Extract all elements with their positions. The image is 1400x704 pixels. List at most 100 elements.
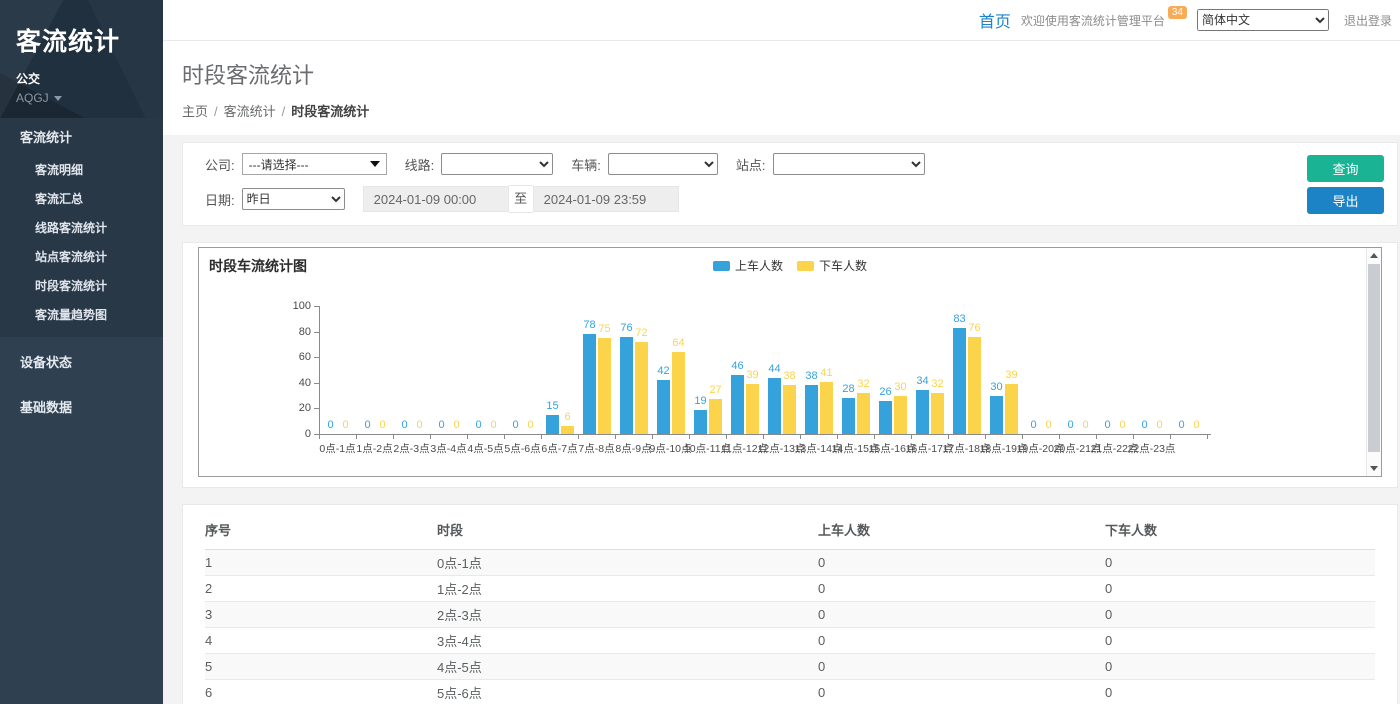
breadcrumb-current: 时段客流统计 — [291, 104, 369, 119]
bar-value-label: 0 — [1193, 419, 1199, 431]
bar-value-label: 0 — [1178, 419, 1184, 431]
date-preset-select[interactable]: 昨日 — [242, 188, 345, 210]
bar-value-label: 0 — [1082, 419, 1088, 431]
bar-value-label: 0 — [327, 419, 333, 431]
sidebar-item[interactable]: 客流统计 — [0, 118, 163, 155]
chart-scrollbar[interactable] — [1366, 248, 1381, 476]
export-button[interactable]: 导出 — [1307, 187, 1384, 214]
chart-bar — [657, 380, 670, 434]
table-header-cell: 时段 — [437, 507, 818, 550]
breadcrumb-separator: / — [282, 104, 286, 119]
scroll-up-icon[interactable] — [1370, 253, 1378, 258]
table-cell: 1 — [205, 550, 437, 576]
page-title: 时段客流统计 — [182, 58, 1400, 90]
breadcrumb-link[interactable]: 客流统计 — [224, 104, 276, 119]
bar-value-label: 0 — [475, 419, 481, 431]
x-axis-label: 2点-3点 — [393, 441, 429, 456]
bar-value-label: 75 — [598, 323, 610, 335]
sidebar-subitem[interactable]: 客流明细 — [0, 155, 163, 184]
bar-value-label: 0 — [1156, 419, 1162, 431]
sidebar-item[interactable]: 设备状态 — [0, 341, 163, 382]
y-axis-line — [319, 306, 320, 435]
sidebar-item[interactable]: 基础数据 — [0, 386, 163, 427]
date-start-input[interactable] — [363, 186, 509, 212]
breadcrumb-link[interactable]: 主页 — [182, 104, 208, 119]
breadcrumb: 主页/客流统计/时段客流统计 — [182, 101, 1400, 120]
logout-link[interactable]: 退出登录 — [1344, 12, 1392, 29]
company-filter: 公司: ---请选择--- — [205, 153, 387, 175]
x-axis-tick — [837, 434, 838, 439]
x-axis-label: 22点-23点 — [1128, 441, 1176, 456]
chart-bar — [746, 384, 759, 434]
bar-value-label: 38 — [805, 370, 817, 382]
sidebar-subitem[interactable]: 客流量趋势图 — [0, 300, 163, 329]
bar-value-label: 76 — [968, 322, 980, 334]
date-range-separator: 至 — [509, 185, 533, 213]
chart-card: 时段车流统计图 上车人数下车人数 0204060801000点-1点1点-2点2… — [182, 242, 1398, 488]
line-filter: 线路: — [405, 153, 554, 175]
vehicle-select[interactable] — [608, 153, 718, 175]
chart-bar — [783, 385, 796, 434]
scrollbar-thumb[interactable] — [1368, 264, 1380, 452]
user-menu[interactable]: AQGJ — [16, 91, 163, 105]
language-select[interactable]: 简体中文 — [1197, 9, 1329, 31]
chart-bar — [916, 390, 929, 434]
station-filter: 站点: — [736, 153, 925, 175]
scroll-down-icon[interactable] — [1370, 466, 1378, 471]
bar-value-label: 38 — [783, 370, 795, 382]
bar-value-label: 32 — [857, 378, 869, 390]
x-axis-tick — [985, 434, 986, 439]
legend-item[interactable]: 上车人数 — [713, 257, 783, 274]
chart-bar — [953, 328, 966, 434]
legend-item[interactable]: 下车人数 — [797, 257, 867, 274]
app-root: 客流统计 公交 AQGJ 客流统计客流明细客流汇总线路客流统计站点客流统计时段客… — [0, 0, 1400, 704]
table-row: 32点-3点00 — [205, 602, 1375, 628]
y-axis-label: 0 — [281, 428, 311, 440]
table-cell: 2点-3点 — [437, 602, 818, 628]
sidebar-subitem[interactable]: 客流汇总 — [0, 184, 163, 213]
bar-value-label: 46 — [731, 360, 743, 372]
legend-label: 下车人数 — [819, 257, 867, 274]
bar-value-label: 0 — [1141, 419, 1147, 431]
home-link[interactable]: 首页 — [979, 8, 1011, 32]
x-axis-label: 0点-1点 — [319, 441, 355, 456]
x-axis-tick — [615, 434, 616, 439]
company-dropdown[interactable]: ---请选择--- — [242, 153, 387, 175]
sidebar-subitem[interactable]: 线路客流统计 — [0, 213, 163, 242]
date-end-input[interactable] — [533, 186, 679, 212]
bar-value-label: 76 — [620, 322, 632, 334]
table-cell: 0 — [1105, 550, 1375, 576]
bar-value-label: 27 — [709, 384, 721, 396]
sidebar-subitem[interactable]: 时段客流统计 — [0, 271, 163, 300]
bar-value-label: 0 — [401, 419, 407, 431]
data-table: 序号时段上车人数下车人数 10点-1点0021点-2点0032点-3点0043点… — [205, 507, 1375, 704]
chart-bar — [635, 342, 648, 434]
company-dropdown-value: ---请选择--- — [249, 156, 309, 173]
bar-value-label: 32 — [931, 378, 943, 390]
x-axis-label: 4点-5点 — [467, 441, 503, 456]
line-label: 线路: — [405, 155, 435, 174]
chart-legend: 上车人数 下车人数 — [713, 257, 867, 274]
table-body: 10点-1点0021点-2点0032点-3点0043点-4点0054点-5点00… — [205, 550, 1375, 704]
query-button[interactable]: 查询 — [1307, 155, 1384, 182]
table-header-cell: 下车人数 — [1105, 507, 1375, 550]
chart-container: 时段车流统计图 上车人数下车人数 0204060801000点-1点1点-2点2… — [198, 247, 1382, 477]
y-axis-tick — [314, 357, 319, 358]
line-select[interactable] — [441, 153, 553, 175]
page-heading: 时段客流统计 主页/客流统计/时段客流统计 — [163, 41, 1400, 135]
chart-bar — [583, 334, 596, 434]
bar-value-label: 0 — [379, 419, 385, 431]
x-axis-tick — [874, 434, 875, 439]
company-label: 公司: — [205, 155, 235, 174]
notification-badge: 34 — [1168, 6, 1187, 19]
sidebar-subitem[interactable]: 站点客流统计 — [0, 242, 163, 271]
org-name: 公交 — [16, 70, 163, 87]
filter-panel: 公司: ---请选择--- 线路: 车辆: — [182, 142, 1398, 226]
x-axis-tick — [763, 434, 764, 439]
x-axis-tick — [541, 434, 542, 439]
station-select[interactable] — [773, 153, 925, 175]
bar-value-label: 0 — [416, 419, 422, 431]
y-axis-tick — [314, 383, 319, 384]
y-axis-label: 60 — [281, 351, 311, 363]
x-axis-label: 6点-7点 — [541, 441, 577, 456]
